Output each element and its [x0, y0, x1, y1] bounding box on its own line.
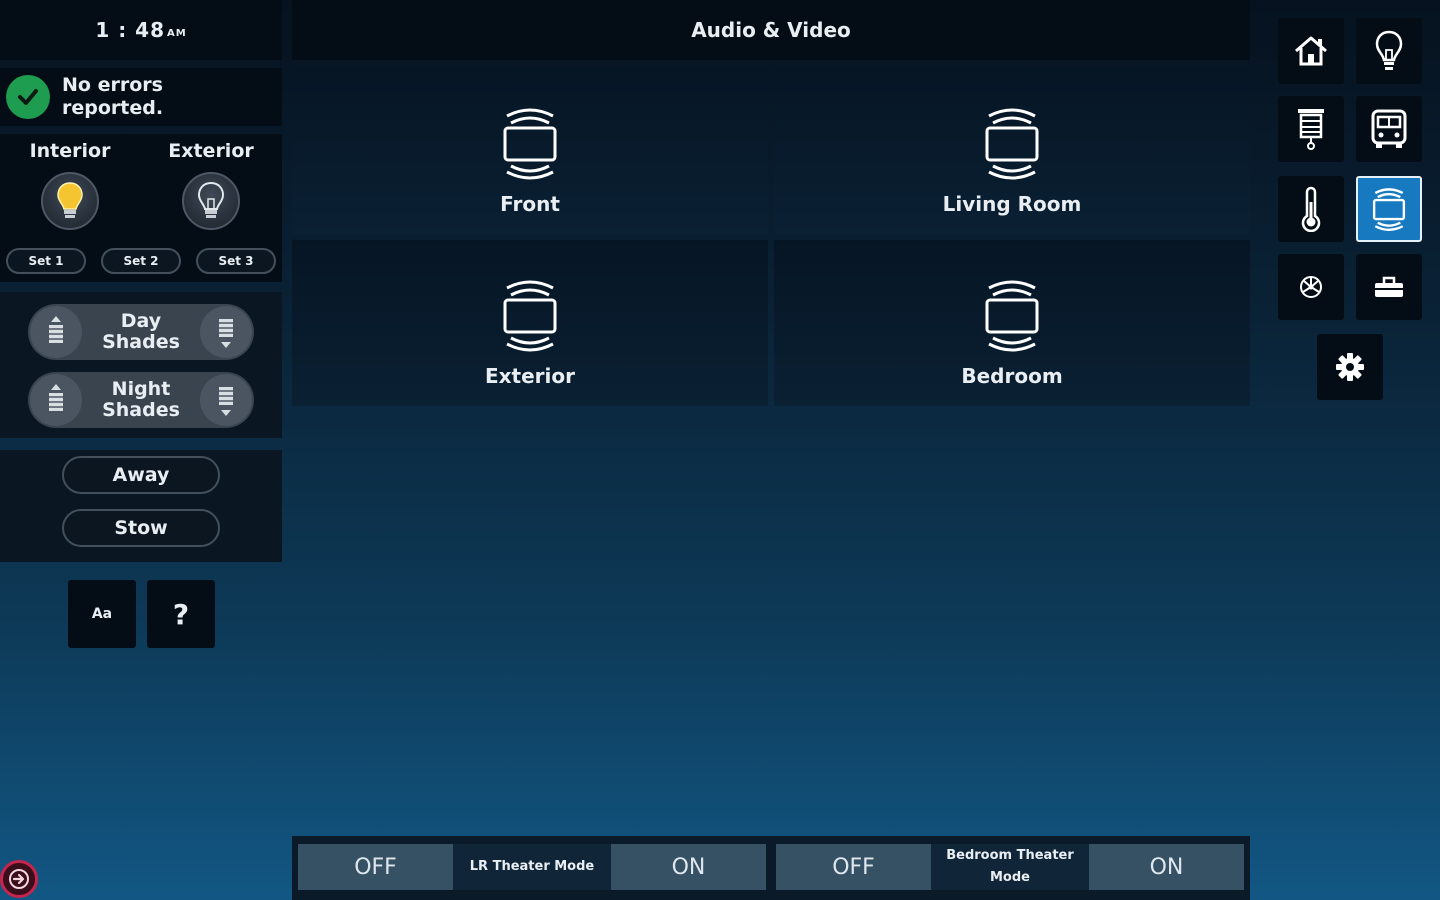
lightbulb-icon [1375, 30, 1403, 70]
lr-theater-on-button[interactable]: ON [611, 844, 766, 890]
room-tile-front[interactable]: Front [292, 68, 768, 234]
thermometer-icon [1301, 186, 1321, 232]
system-status: No errors reported. [0, 68, 282, 126]
away-button[interactable]: Away [62, 456, 220, 494]
nav-shades-button[interactable] [1278, 96, 1344, 162]
fan-icon [1300, 276, 1322, 298]
lr-theater-off-button[interactable]: OFF [298, 844, 453, 890]
shade-icon [1298, 109, 1324, 150]
right-nav [1258, 0, 1440, 900]
bedroom-theater-mode-toggle: OFF Bedroom Theater Mode ON [776, 844, 1244, 890]
room-tile-exterior[interactable]: Exterior [292, 240, 768, 406]
nav-tools-button[interactable] [1356, 254, 1422, 320]
set-3-button[interactable]: Set 3 [196, 248, 276, 274]
bedroom-theater-off-button[interactable]: OFF [776, 844, 931, 890]
arrow-right-circle-icon [9, 869, 29, 889]
status-line-2: reported. [62, 97, 164, 119]
tv-icon [985, 280, 1039, 352]
exterior-light: Exterior [151, 140, 271, 230]
room-tile-living-room[interactable]: Living Room [774, 68, 1250, 234]
set-2-button[interactable]: Set 2 [101, 248, 181, 274]
night-shades-up-button[interactable] [30, 374, 82, 426]
tv-icon [1372, 188, 1406, 231]
shades-controls: Day Shades Night Shades [0, 292, 282, 438]
room-name-front: Front [500, 192, 560, 216]
lightbulb-on-icon [57, 182, 83, 218]
shade-up-icon [49, 384, 63, 411]
night-shades-down-button[interactable] [199, 374, 252, 426]
day-shades-control: Day Shades [28, 304, 254, 360]
exterior-light-button[interactable] [182, 172, 240, 230]
main-content: Audio & Video Front Living Room Exterior… [292, 0, 1250, 900]
interior-light-label: Interior [29, 140, 111, 162]
gear-icon [1336, 353, 1364, 381]
nav-audio-video-button[interactable] [1356, 176, 1422, 242]
status-message: No errors reported. [62, 74, 163, 120]
day-shades-down-button[interactable] [199, 306, 252, 358]
left-panel: 1 : 48 AM No errors reported. Interior Ex… [0, 0, 282, 900]
room-name-living-room: Living Room [942, 192, 1082, 216]
clock: 1 : 48 AM [0, 0, 282, 60]
shade-down-icon [218, 319, 233, 348]
nav-fan-button[interactable] [1278, 254, 1344, 320]
scene-controls: Away Stow [0, 450, 282, 562]
bedroom-theater-on-button[interactable]: ON [1089, 844, 1244, 890]
checkmark-icon [6, 75, 50, 119]
night-shades-label[interactable]: Night Shades [102, 379, 180, 421]
clock-time: 1 : 48 [95, 18, 165, 42]
font-size-button[interactable]: Aa [68, 580, 136, 648]
light-set-buttons: Set 1 Set 2 Set 3 [6, 248, 276, 274]
day-shades-label[interactable]: Day Shades [102, 311, 180, 353]
theater-mode-bar: OFF LR Theater Mode ON OFF Bedroom Theat… [292, 836, 1250, 900]
shade-down-icon [218, 387, 233, 416]
nav-vehicle-button[interactable] [1356, 96, 1422, 162]
lighting-quick-controls: Interior Exterior Set 1 Set 2 Set 3 [0, 134, 282, 282]
bus-icon [1371, 109, 1407, 148]
room-name-exterior: Exterior [484, 364, 575, 388]
exterior-light-label: Exterior [168, 140, 254, 162]
lr-theater-mode-label: LR Theater Mode [453, 844, 611, 890]
interior-light-button[interactable] [41, 172, 99, 230]
nav-lighting-button[interactable] [1356, 18, 1422, 84]
lightbulb-off-icon [197, 181, 225, 218]
set-1-button[interactable]: Set 1 [6, 248, 86, 274]
toolbox-icon [1375, 276, 1403, 297]
bedroom-theater-mode-label: Bedroom Theater Mode [931, 844, 1089, 890]
page-title: Audio & Video [292, 0, 1250, 60]
status-line-1: No errors [62, 74, 163, 96]
stow-button[interactable]: Stow [62, 509, 220, 547]
lr-theater-mode-toggle: OFF LR Theater Mode ON [298, 844, 766, 890]
shade-up-icon [49, 316, 63, 343]
nav-settings-button[interactable] [1317, 334, 1383, 400]
tv-icon [503, 280, 557, 352]
exit-button[interactable] [0, 860, 38, 898]
room-grid: Front Living Room Exterior Bedroom [292, 68, 1250, 408]
tv-icon [503, 108, 557, 180]
nav-home-button[interactable] [1278, 18, 1344, 84]
tv-icon [985, 108, 1039, 180]
room-tile-bedroom[interactable]: Bedroom [774, 240, 1250, 406]
help-button[interactable]: ? [147, 580, 215, 648]
night-shades-control: Night Shades [28, 372, 254, 428]
day-shades-up-button[interactable] [30, 306, 82, 358]
clock-ampm: AM [166, 27, 187, 39]
nav-climate-button[interactable] [1278, 176, 1344, 242]
home-icon [1295, 36, 1327, 66]
room-name-bedroom: Bedroom [961, 364, 1063, 388]
interior-light: Interior [10, 140, 130, 230]
